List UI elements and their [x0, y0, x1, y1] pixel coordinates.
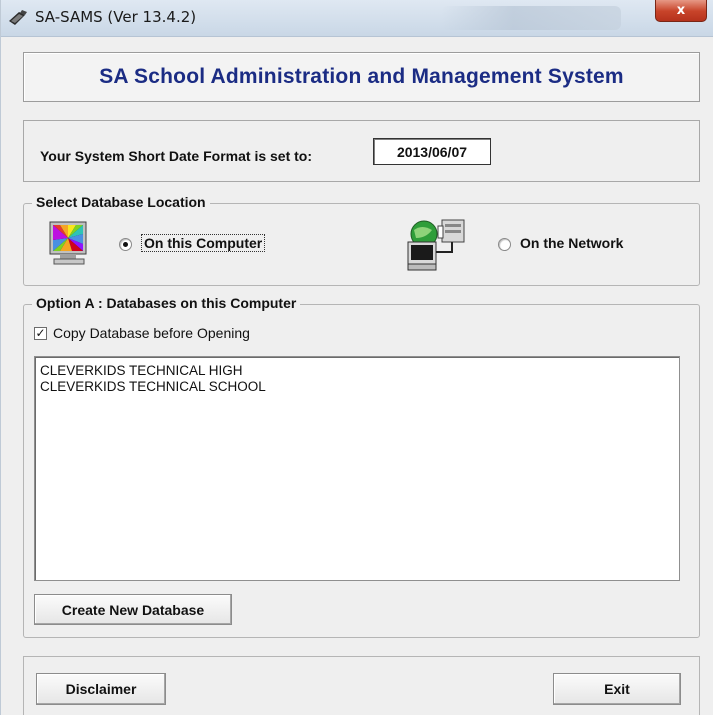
date-format-value: 2013/06/07 [373, 138, 491, 165]
create-new-database-button[interactable]: Create New Database [34, 594, 232, 625]
date-format-label: Your System Short Date Format is set to: [40, 148, 313, 164]
radio-on-the-network[interactable] [498, 238, 511, 251]
date-format-panel: Your System Short Date Format is set to:… [23, 120, 700, 182]
option-a-legend: Option A : Databases on this Computer [32, 295, 301, 311]
copy-database-checkbox[interactable]: ✓ [34, 327, 47, 340]
footer-bar: Disclaimer Exit [23, 656, 700, 715]
title-bar[interactable]: SA-SAMS (Ver 13.4.2) x [1, 0, 713, 37]
network-computer-icon [407, 219, 465, 271]
header-panel: SA School Administration and Management … [23, 52, 700, 102]
on-the-network-label[interactable]: On the Network [520, 235, 623, 251]
database-location-legend: Select Database Location [32, 194, 210, 210]
database-list[interactable]: CLEVERKIDS TECHNICAL HIGH CLEVERKIDS TEC… [34, 356, 680, 581]
copy-database-label[interactable]: Copy Database before Opening [53, 325, 250, 341]
list-item[interactable]: CLEVERKIDS TECHNICAL SCHOOL [40, 379, 674, 395]
radio-on-this-computer[interactable] [119, 238, 132, 251]
database-location-group: Select Database Location On this Compute… [23, 194, 700, 286]
radio-selected-dot [123, 242, 128, 247]
exit-button[interactable]: Exit [553, 673, 681, 705]
computer-monitor-icon [49, 221, 87, 265]
app-window: SA-SAMS (Ver 13.4.2) x SA School Adminis… [0, 0, 713, 715]
title-bar-blur [441, 6, 621, 30]
close-icon: x [676, 2, 686, 18]
on-this-computer-label[interactable]: On this Computer [141, 234, 266, 252]
close-button[interactable]: x [655, 0, 707, 22]
system-title: SA School Administration and Management … [99, 65, 624, 88]
pencil-book-icon [9, 10, 27, 25]
option-a-group: Option A : Databases on this Computer ✓ … [23, 295, 700, 638]
disclaimer-button[interactable]: Disclaimer [36, 673, 166, 705]
list-item[interactable]: CLEVERKIDS TECHNICAL HIGH [40, 363, 674, 379]
window-title: SA-SAMS (Ver 13.4.2) [35, 8, 197, 26]
